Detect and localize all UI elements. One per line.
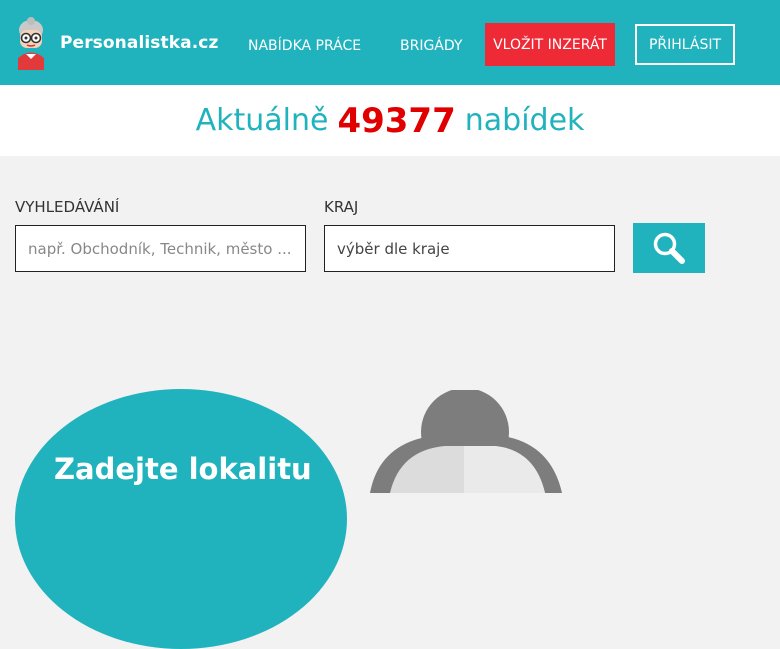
search-button[interactable] bbox=[633, 223, 705, 273]
offers-count: 49377 bbox=[337, 100, 456, 141]
nav-brigades[interactable]: BRIGÁDY bbox=[400, 38, 462, 54]
person-illustration bbox=[370, 390, 562, 493]
post-ad-button[interactable]: VLOŽIT INZERÁT bbox=[485, 23, 615, 66]
login-button[interactable]: PŘIHLÁSIT bbox=[635, 24, 735, 65]
counter-prefix: Aktuálně bbox=[195, 103, 329, 138]
counter-suffix: nabídek bbox=[464, 103, 585, 138]
offers-counter: Aktuálně 49377 nabídek bbox=[0, 85, 780, 156]
logo-icon[interactable] bbox=[14, 16, 48, 70]
search-label: VYHLEDÁVÁNÍ bbox=[15, 198, 120, 216]
site-header: Personalistka.cz NABÍDKA PRÁCE BRIGÁDY V… bbox=[0, 0, 780, 85]
search-icon bbox=[653, 232, 685, 264]
promo-circle bbox=[15, 389, 347, 649]
promo-text: Zadejte lokalitu bbox=[54, 452, 312, 486]
region-label: KRAJ bbox=[324, 198, 359, 216]
logo-text[interactable]: Personalistka.cz bbox=[60, 33, 218, 53]
region-select[interactable]: výběr dle kraje bbox=[324, 225, 615, 272]
search-input[interactable]: např. Obchodník, Technik, město ... bbox=[15, 225, 306, 272]
nav-job-offers[interactable]: NABÍDKA PRÁCE bbox=[248, 38, 361, 54]
